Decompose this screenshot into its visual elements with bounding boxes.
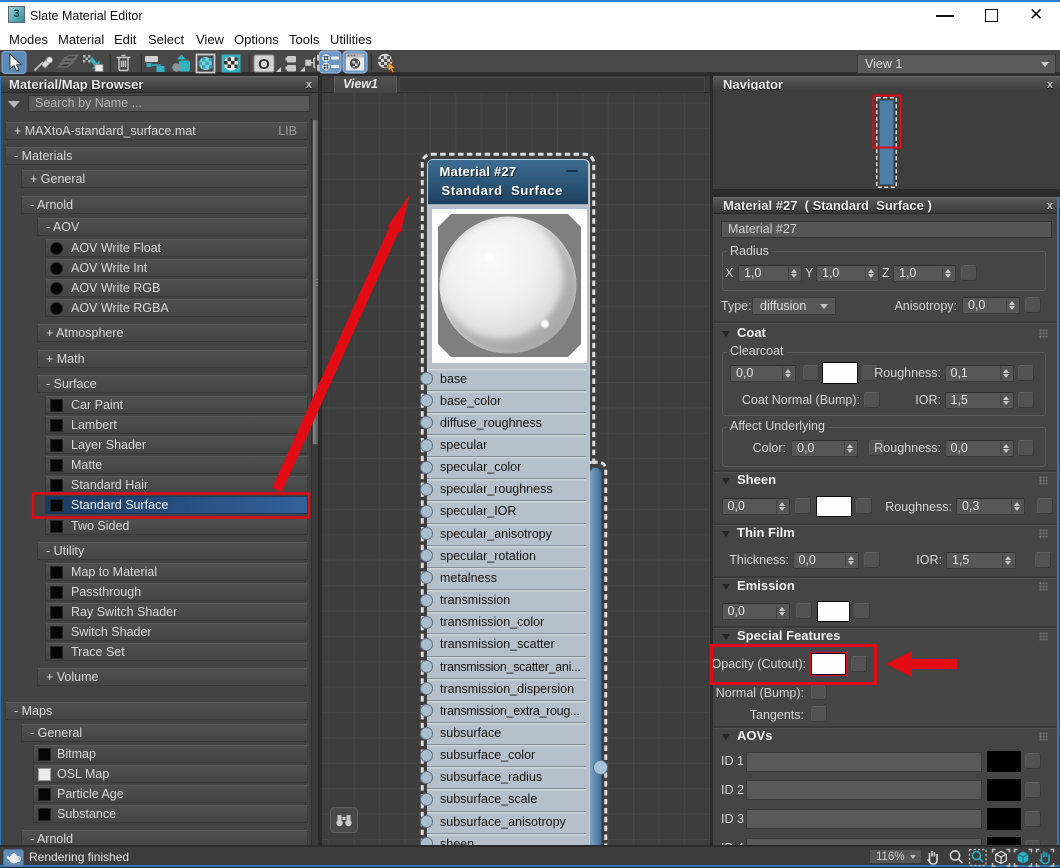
svg-text:O: O [258,56,270,73]
